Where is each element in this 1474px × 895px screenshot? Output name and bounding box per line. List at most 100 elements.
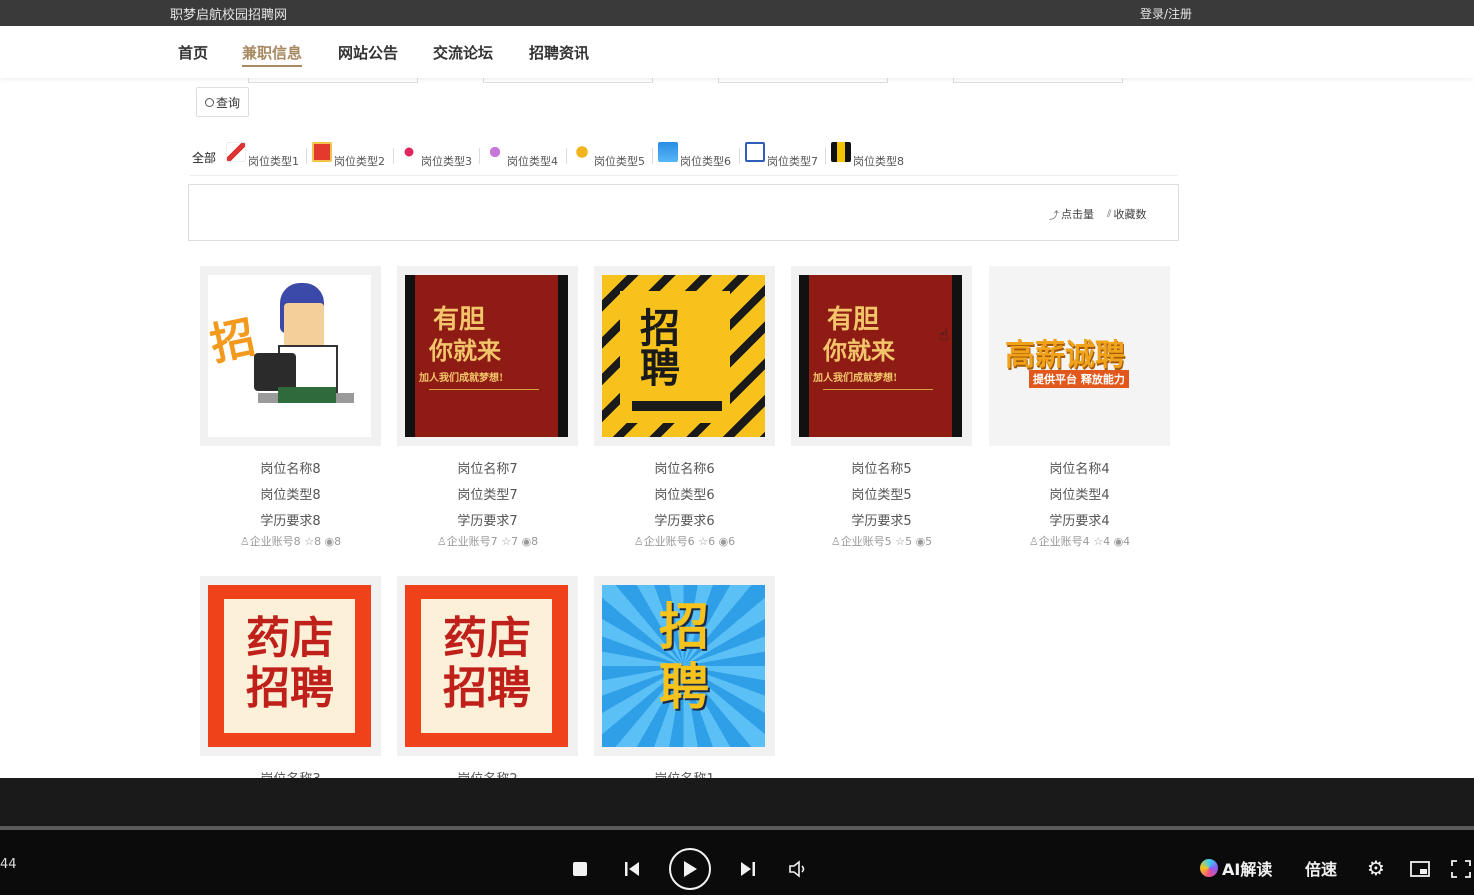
divider bbox=[566, 148, 567, 164]
pip-icon bbox=[1410, 861, 1430, 877]
favorite-count: 7 bbox=[511, 535, 519, 548]
red-poster: 有胆 你就来 加人我们成就梦想! bbox=[809, 275, 952, 437]
nav-home[interactable]: 首页 bbox=[178, 42, 208, 63]
job-meta: ♙企业账号6 ☆6 ◉6 bbox=[594, 533, 775, 549]
volume-button[interactable] bbox=[786, 858, 810, 880]
search-button[interactable]: 查询 bbox=[196, 87, 249, 117]
volume-icon bbox=[789, 860, 805, 878]
nav-part-time[interactable]: 兼职信息 bbox=[242, 42, 303, 67]
stop-button[interactable] bbox=[571, 860, 589, 878]
category-thumbnail bbox=[226, 142, 246, 162]
login-register-link[interactable]: 登录/注册 bbox=[1140, 5, 1192, 22]
view-count: 6 bbox=[728, 535, 736, 548]
job-meta: ♙企业账号4 ☆4 ◉4 bbox=[989, 533, 1170, 549]
view-count: 8 bbox=[334, 535, 342, 548]
star-icon: ☆ bbox=[698, 535, 709, 548]
eye-icon: ◉ bbox=[521, 535, 532, 548]
sort-favorites[interactable]: ⫽ 收藏数 bbox=[1107, 206, 1146, 222]
poster-text: 招聘 bbox=[246, 663, 334, 714]
job-name: 岗位名称7 bbox=[457, 462, 518, 477]
job-name: 岗位名称4 bbox=[1049, 462, 1110, 477]
company-account: 企业账号4 bbox=[1038, 535, 1090, 548]
job-education: 学历要求7 bbox=[457, 514, 518, 529]
poster-text: 药店 bbox=[246, 613, 334, 664]
category-label: 岗位类型3 bbox=[421, 155, 472, 168]
poster-banner bbox=[632, 401, 722, 411]
search-button-label: 查询 bbox=[215, 95, 240, 110]
sort-bar: ⤴ 点击量 ⫽ 收藏数 bbox=[188, 184, 1179, 241]
job-education: 学历要求4 bbox=[1049, 514, 1110, 529]
poster-details bbox=[823, 389, 933, 425]
divider bbox=[739, 148, 740, 164]
next-button[interactable] bbox=[736, 858, 760, 880]
category-label: 岗位类型8 bbox=[853, 155, 904, 168]
star-icon: ☆ bbox=[304, 535, 315, 548]
poster-text: 你就来 bbox=[429, 336, 501, 365]
favorite-count: 4 bbox=[1103, 535, 1111, 548]
search-icon bbox=[204, 97, 214, 107]
view-count: 8 bbox=[531, 535, 539, 548]
poster-text: 你就来 bbox=[823, 336, 895, 365]
job-name: 岗位名称5 bbox=[851, 462, 912, 477]
poster-text: 药店 bbox=[443, 613, 531, 664]
user-icon: ♙ bbox=[830, 535, 841, 548]
pharmacy-poster: 药店 招聘 bbox=[208, 585, 371, 747]
job-image: 有胆 你就来 加人我们成就梦想! bbox=[405, 275, 568, 437]
progress-bar[interactable] bbox=[0, 826, 1474, 830]
divider bbox=[306, 148, 307, 164]
fullscreen-button[interactable] bbox=[1450, 858, 1472, 880]
poster-text: 加人我们成就梦想! bbox=[419, 373, 504, 384]
job-image-frame: 药店 招聘 bbox=[397, 576, 578, 756]
job-image: 招聘 bbox=[602, 275, 765, 437]
job-education: 学历要求8 bbox=[260, 514, 321, 529]
company-account: 企业账号7 bbox=[446, 535, 498, 548]
play-icon bbox=[684, 861, 697, 877]
job-image-frame: 药店 招聘 bbox=[200, 576, 381, 756]
yellow-poster: 招聘 bbox=[602, 275, 765, 437]
job-image: 高薪诚聘 提供平台 释放能力 bbox=[989, 266, 1170, 446]
player-letterbox bbox=[0, 778, 1474, 826]
star-icon: ☆ bbox=[501, 535, 512, 548]
job-name: 岗位名称6 bbox=[654, 462, 715, 477]
category-label: 岗位类型4 bbox=[507, 155, 558, 168]
sort-clicks[interactable]: ⤴ 点击量 bbox=[1049, 206, 1094, 222]
job-image: 药店 招聘 bbox=[405, 585, 568, 747]
character-legs bbox=[278, 387, 336, 403]
character-face bbox=[284, 303, 324, 347]
category-thumbnail bbox=[399, 142, 419, 162]
previous-button[interactable] bbox=[620, 858, 644, 880]
fullscreen-icon bbox=[1451, 860, 1471, 878]
poster-text: 招 bbox=[208, 311, 260, 371]
job-type: 岗位类型7 bbox=[457, 488, 518, 503]
job-name: 岗位名称3 bbox=[200, 768, 381, 778]
speed-button[interactable]: 倍速 bbox=[1305, 857, 1337, 879]
play-button[interactable] bbox=[669, 848, 711, 890]
job-image-frame: 招 bbox=[200, 266, 381, 446]
ai-interpret-button[interactable]: AI解读 bbox=[1200, 857, 1272, 879]
eye-icon: ◉ bbox=[718, 535, 729, 548]
favorite-count: 5 bbox=[905, 535, 913, 548]
job-image: 招 bbox=[208, 275, 371, 437]
job-image: 招 聘 bbox=[602, 585, 765, 747]
view-count: 5 bbox=[925, 535, 933, 548]
poster-text: 招聘 bbox=[640, 305, 680, 392]
divider bbox=[479, 148, 480, 164]
speed-label: 倍速 bbox=[1305, 860, 1338, 879]
site-title: 职梦启航校园招聘网 bbox=[170, 8, 288, 23]
job-meta: ♙企业账号8 ☆8 ◉8 bbox=[200, 533, 381, 549]
category-thumbnail bbox=[658, 142, 678, 162]
job-image-frame: 有胆 你就来 加人我们成就梦想! bbox=[397, 266, 578, 446]
nav-forum[interactable]: 交流论坛 bbox=[433, 42, 493, 63]
category-thumbnail bbox=[831, 142, 851, 162]
settings-button[interactable]: ⚙ bbox=[1364, 856, 1388, 880]
favorite-count: 6 bbox=[708, 535, 716, 548]
pharmacy-poster: 药店 招聘 bbox=[405, 585, 568, 747]
category-all[interactable]: 全部 bbox=[192, 149, 216, 166]
picture-in-picture-button[interactable] bbox=[1408, 858, 1432, 880]
category-label: 岗位类型6 bbox=[680, 155, 731, 168]
job-name: 岗位名称1 bbox=[594, 768, 775, 778]
nav-announcements[interactable]: 网站公告 bbox=[338, 42, 398, 63]
category-thumbnail bbox=[485, 142, 505, 162]
divider bbox=[652, 148, 653, 164]
nav-recruit-news[interactable]: 招聘资讯 bbox=[529, 42, 589, 63]
